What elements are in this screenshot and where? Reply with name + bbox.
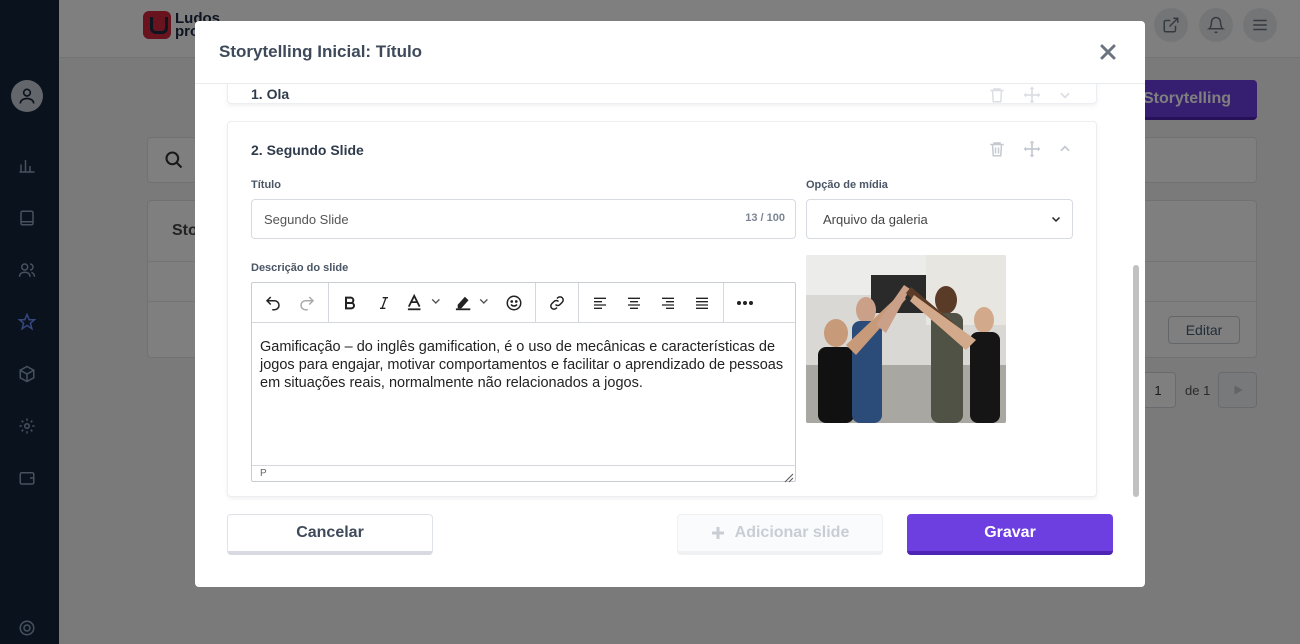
italic-icon bbox=[380, 296, 388, 309]
modal-scrollbar[interactable] bbox=[1133, 265, 1139, 497]
history-group bbox=[252, 282, 329, 323]
modal-body: 1. Ola 2. Segundo Slide Título Segundo S… bbox=[195, 84, 1145, 504]
close-icon bbox=[1100, 44, 1116, 60]
media-option-select[interactable]: Arquivo da galeria bbox=[806, 199, 1073, 239]
description-label: Descrição do slide bbox=[251, 262, 349, 274]
move-icon bbox=[1023, 140, 1041, 158]
link-icon bbox=[550, 295, 564, 310]
text-color-icon bbox=[407, 293, 440, 310]
modal-footer: Cancelar Adicionar slide Gravar bbox=[195, 504, 1145, 587]
title-input[interactable] bbox=[252, 200, 712, 238]
rich-text-editor[interactable]: Gamificação – do inglês gamification, é … bbox=[251, 282, 796, 483]
align-left-button[interactable] bbox=[583, 288, 617, 318]
title-field[interactable]: 13 / 100 bbox=[251, 199, 796, 239]
element-path: P bbox=[260, 468, 267, 479]
chevron-down-icon bbox=[1060, 92, 1070, 99]
collapse-slide-button[interactable] bbox=[1054, 138, 1076, 160]
slide-title[interactable]: 1. Ola bbox=[251, 86, 289, 102]
resize-handle[interactable] bbox=[784, 470, 794, 483]
plus-icon bbox=[711, 527, 724, 539]
move-icon bbox=[1023, 86, 1041, 104]
modal-header: Storytelling Inicial: Título bbox=[195, 21, 1145, 84]
link-group bbox=[536, 282, 579, 323]
more-button[interactable] bbox=[728, 288, 762, 318]
media-option-value: Arquivo da galeria bbox=[823, 211, 928, 227]
char-counter: 13 / 100 bbox=[745, 212, 785, 224]
modal-title: Storytelling Inicial: Título bbox=[219, 42, 423, 61]
move-slide-handle[interactable] bbox=[1021, 84, 1043, 106]
toggle-slide-button[interactable] bbox=[1054, 84, 1076, 106]
delete-slide-button[interactable] bbox=[986, 84, 1008, 106]
emoji-button[interactable] bbox=[497, 288, 531, 318]
trash-icon bbox=[990, 88, 1004, 103]
align-left-icon bbox=[594, 297, 606, 309]
slide-title[interactable]: 2. Segundo Slide bbox=[251, 142, 364, 158]
format-group bbox=[329, 282, 536, 323]
emoji-icon bbox=[506, 295, 522, 310]
align-center-icon bbox=[628, 297, 640, 309]
add-slide-label: Adicionar slide bbox=[734, 524, 850, 541]
text-color-button[interactable] bbox=[401, 288, 449, 318]
more-icon bbox=[737, 300, 753, 305]
cancel-button[interactable]: Cancelar bbox=[227, 514, 433, 555]
team-high-five-photo bbox=[806, 255, 1006, 423]
undo-button[interactable] bbox=[256, 288, 290, 318]
media-option-label: Opção de mídia bbox=[806, 179, 888, 191]
editor-statusbar: P bbox=[252, 465, 795, 481]
add-slide-button[interactable]: Adicionar slide bbox=[677, 514, 883, 555]
align-center-button[interactable] bbox=[617, 288, 651, 318]
highlight-color-button[interactable] bbox=[449, 288, 497, 318]
align-right-button[interactable] bbox=[651, 288, 685, 318]
trash-icon bbox=[990, 142, 1004, 157]
close-button[interactable] bbox=[1097, 41, 1119, 63]
move-slide-handle[interactable] bbox=[1021, 138, 1043, 160]
redo-button[interactable] bbox=[290, 288, 324, 318]
slide-card-2: 2. Segundo Slide Título 13 / 100 Opção d… bbox=[227, 121, 1097, 497]
delete-slide-button[interactable] bbox=[986, 138, 1008, 160]
slide-media-image bbox=[806, 255, 1006, 423]
align-group bbox=[579, 282, 724, 323]
align-justify-icon bbox=[696, 297, 708, 309]
redo-icon bbox=[300, 295, 315, 310]
chevron-down-icon bbox=[1051, 216, 1061, 223]
editor-content[interactable]: Gamificação – do inglês gamification, é … bbox=[260, 338, 785, 392]
bold-button[interactable] bbox=[333, 288, 367, 318]
resize-icon bbox=[784, 473, 794, 483]
undo-icon bbox=[265, 295, 280, 310]
editor-toolbar bbox=[252, 282, 795, 323]
italic-button[interactable] bbox=[367, 288, 401, 318]
storytelling-modal: Storytelling Inicial: Título 1. Ola 2. S… bbox=[195, 21, 1145, 587]
justify-button[interactable] bbox=[685, 288, 719, 318]
highlight-icon bbox=[455, 296, 488, 310]
title-field-label: Título bbox=[251, 179, 281, 191]
slide-card-1: 1. Ola bbox=[227, 84, 1097, 104]
save-button[interactable]: Gravar bbox=[907, 514, 1113, 555]
link-button[interactable] bbox=[540, 288, 574, 318]
chevron-up-icon bbox=[1060, 145, 1070, 152]
bold-icon bbox=[345, 296, 355, 309]
align-right-icon bbox=[662, 297, 674, 309]
more-group bbox=[724, 283, 766, 323]
